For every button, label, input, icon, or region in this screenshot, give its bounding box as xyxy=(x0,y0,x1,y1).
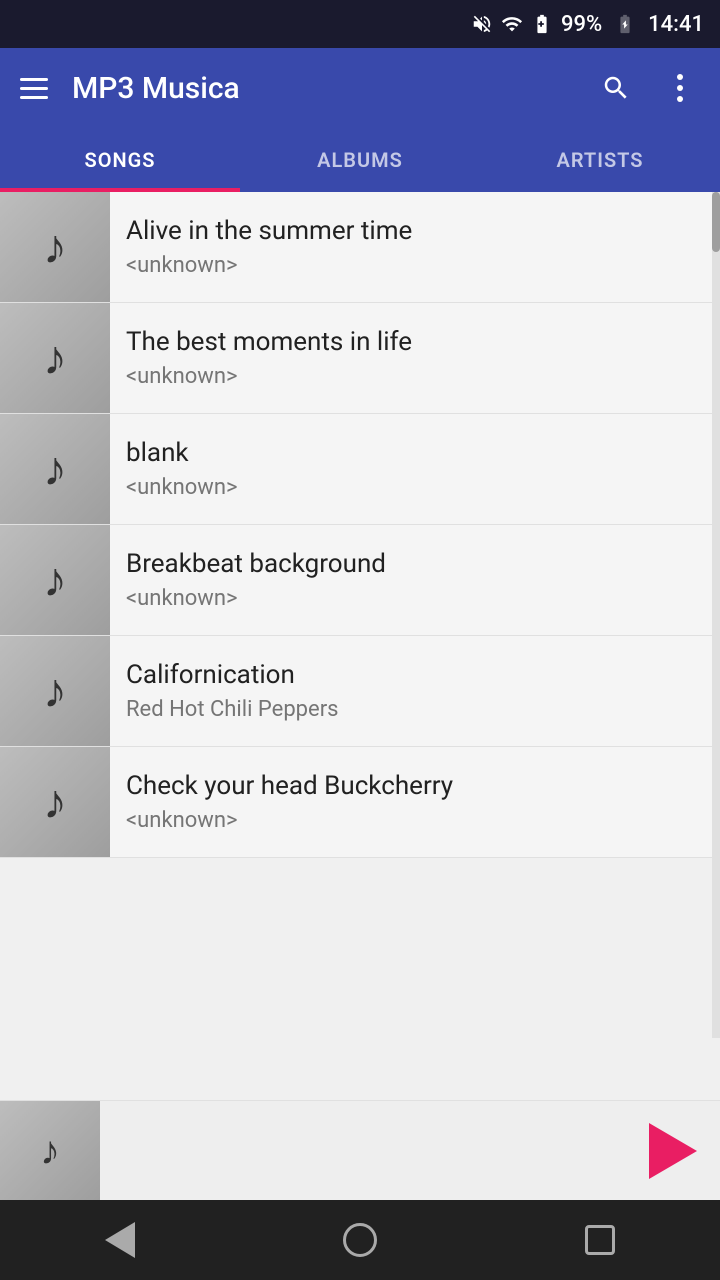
song-thumbnail: ♪ xyxy=(0,525,110,635)
wifi-icon xyxy=(501,13,523,35)
music-note-icon: ♪ xyxy=(43,334,67,382)
music-note-icon: ♪ xyxy=(43,667,67,715)
song-artist: Red Hot Chili Peppers xyxy=(126,697,700,722)
song-item[interactable]: ♪ blank <unknown> xyxy=(0,414,720,525)
overflow-icon xyxy=(677,74,683,102)
play-button[interactable] xyxy=(634,1116,704,1186)
recents-icon xyxy=(585,1225,615,1255)
song-info: Breakbeat background <unknown> xyxy=(126,549,708,611)
song-item[interactable]: ♪ Check your head Buckcherry <unknown> xyxy=(0,747,720,858)
song-title: Check your head Buckcherry xyxy=(126,771,700,802)
song-info: Alive in the summer time <unknown> xyxy=(126,216,708,278)
home-button[interactable] xyxy=(320,1200,400,1280)
time-display: 14:41 xyxy=(648,12,704,37)
song-thumbnail: ♪ xyxy=(0,414,110,524)
app-title: MP3 Musica xyxy=(72,71,572,106)
song-thumbnail: ♪ xyxy=(0,747,110,857)
battery-icon xyxy=(610,13,640,35)
back-icon xyxy=(105,1222,135,1258)
hamburger-menu-button[interactable] xyxy=(20,78,48,99)
battery-save-icon xyxy=(531,13,553,35)
home-icon xyxy=(343,1223,377,1257)
now-playing-bar[interactable]: ♪ xyxy=(0,1100,720,1200)
tab-albums[interactable]: ALBUMS xyxy=(240,128,480,192)
song-list: ♪ Alive in the summer time <unknown> ♪ T… xyxy=(0,192,720,1038)
song-info: The best moments in life <unknown> xyxy=(126,327,708,389)
song-title: Californication xyxy=(126,660,700,691)
song-info: Californication Red Hot Chili Peppers xyxy=(126,660,708,722)
song-info: blank <unknown> xyxy=(126,438,708,500)
song-title: blank xyxy=(126,438,700,469)
app-bar: MP3 Musica xyxy=(0,48,720,128)
song-item[interactable]: ♪ Californication Red Hot Chili Peppers xyxy=(0,636,720,747)
battery-percent: 99% xyxy=(561,12,602,37)
back-button[interactable] xyxy=(80,1200,160,1280)
scrollbar-thumb[interactable] xyxy=(712,192,720,252)
music-note-icon: ♪ xyxy=(43,223,67,271)
recents-button[interactable] xyxy=(560,1200,640,1280)
music-note-icon: ♪ xyxy=(43,556,67,604)
song-artist: <unknown> xyxy=(126,253,700,278)
overflow-menu-button[interactable] xyxy=(660,68,700,108)
search-button[interactable] xyxy=(596,68,636,108)
song-item[interactable]: ♪ Alive in the summer time <unknown> xyxy=(0,192,720,303)
tab-artists[interactable]: ARTISTS xyxy=(480,128,720,192)
play-icon xyxy=(649,1123,697,1179)
song-thumbnail: ♪ xyxy=(0,192,110,302)
tab-bar: SONGS ALBUMS ARTISTS xyxy=(0,128,720,192)
song-title: Alive in the summer time xyxy=(126,216,700,247)
search-icon xyxy=(601,73,631,103)
status-bar: 99% 14:41 xyxy=(0,0,720,48)
status-icons: 99% 14:41 xyxy=(471,12,704,37)
song-artist: <unknown> xyxy=(126,808,700,833)
music-note-icon: ♪ xyxy=(43,778,67,826)
song-artist: <unknown> xyxy=(126,586,700,611)
song-item[interactable]: ♪ Breakbeat background <unknown> xyxy=(0,525,720,636)
song-info: Check your head Buckcherry <unknown> xyxy=(126,771,708,833)
now-playing-thumbnail: ♪ xyxy=(0,1101,100,1201)
mute-icon xyxy=(471,13,493,35)
scrollbar[interactable] xyxy=(712,192,720,1038)
music-note-icon: ♪ xyxy=(43,445,67,493)
song-thumbnail: ♪ xyxy=(0,303,110,413)
navigation-bar xyxy=(0,1200,720,1280)
song-artist: <unknown> xyxy=(126,475,700,500)
song-title: Breakbeat background xyxy=(126,549,700,580)
song-item[interactable]: ♪ The best moments in life <unknown> xyxy=(0,303,720,414)
tab-songs[interactable]: SONGS xyxy=(0,128,240,192)
song-artist: <unknown> xyxy=(126,364,700,389)
song-title: The best moments in life xyxy=(126,327,700,358)
song-thumbnail: ♪ xyxy=(0,636,110,746)
now-playing-music-note-icon: ♪ xyxy=(40,1131,60,1171)
